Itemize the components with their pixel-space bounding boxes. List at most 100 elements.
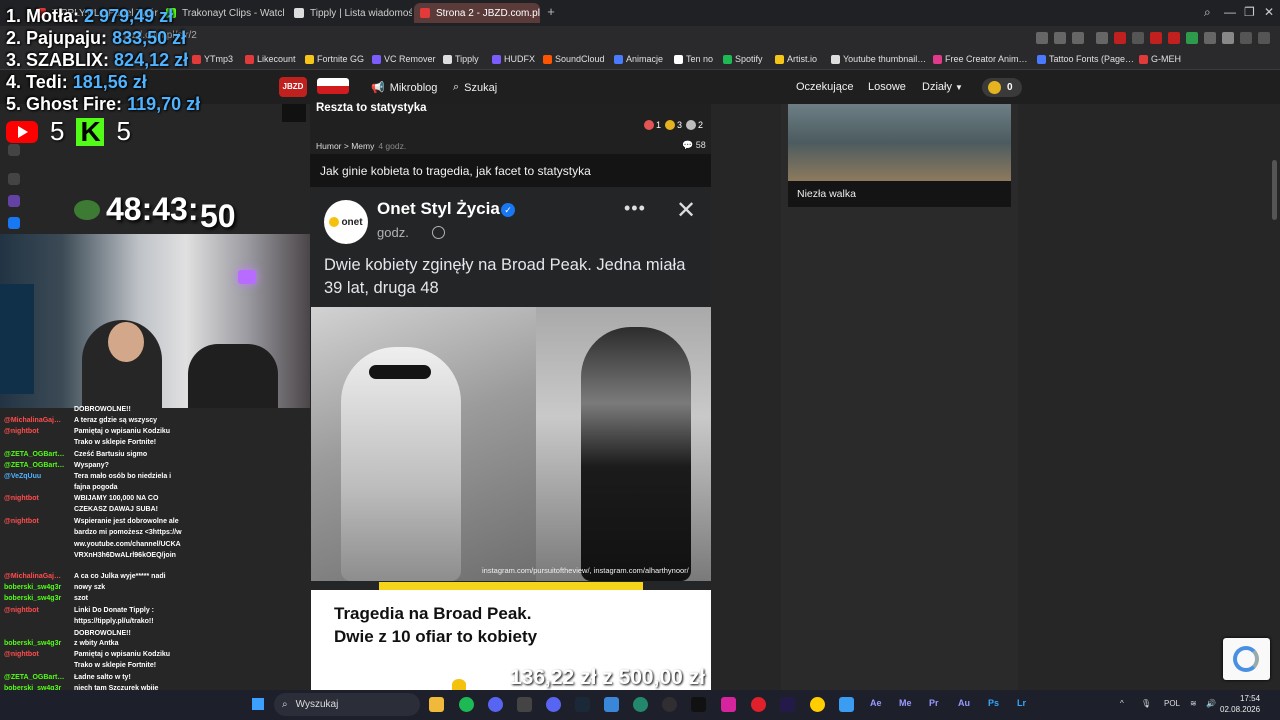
menu-icon[interactable] <box>1258 32 1270 44</box>
store-icon[interactable] <box>604 697 619 712</box>
bookmark-item[interactable]: Likecount <box>245 54 296 64</box>
extension-icon[interactable] <box>1096 32 1108 44</box>
photos-icon[interactable] <box>839 697 854 712</box>
extension-icon[interactable] <box>1054 32 1066 44</box>
post-title[interactable]: Reszta to statystyka <box>316 102 427 114</box>
opera-icon[interactable] <box>751 697 766 712</box>
post-thumbnail[interactable] <box>282 104 306 122</box>
chat-message: @MichalinaGaj… A teraz gdzie są wszyscy <box>4 417 158 424</box>
mail-icon[interactable] <box>8 144 20 156</box>
bookmark-icon <box>543 54 552 64</box>
nav-mikroblog[interactable]: 📢 Mikroblog <box>371 81 437 95</box>
hudfx-icon[interactable] <box>780 697 795 712</box>
breadcrumb-category[interactable]: Humor <box>316 141 342 151</box>
photoshop-icon[interactable]: Ps <box>988 698 999 708</box>
browser-tab[interactable]: Tipply | Lista wiadomości <box>288 3 412 23</box>
minimize-button[interactable]: — <box>1224 5 1236 19</box>
streamer-head <box>108 322 144 362</box>
bookmark-icon <box>1139 54 1148 64</box>
download-icon[interactable] <box>1240 32 1252 44</box>
audition-icon[interactable]: Au <box>958 698 970 708</box>
nav-losowe[interactable]: Losowe <box>868 81 906 93</box>
onet-logo-icon <box>452 679 466 690</box>
bookmark-item[interactable]: Youtube thumbnail… <box>831 54 926 64</box>
extension-icon[interactable] <box>1132 32 1144 44</box>
extensions-puzzle-icon[interactable] <box>1204 32 1216 44</box>
site-logo[interactable]: JBZD <box>279 77 307 97</box>
bookmark-item[interactable]: Tattoo Fonts (Page… <box>1037 54 1134 64</box>
coins-counter[interactable]: 0 <box>982 78 1022 97</box>
instagram-icon[interactable] <box>721 697 736 712</box>
scrollbar[interactable] <box>1272 160 1277 220</box>
bookmark-item[interactable]: Artist.io <box>775 54 817 64</box>
chat-message: @nightbot WBIJAMY 100,000 NA CO CZEKASZ D… <box>4 495 159 514</box>
bookmark-item[interactable]: YTmp3 <box>192 54 233 64</box>
wifi-icon[interactable]: ≋ <box>1190 699 1197 708</box>
bookmark-item[interactable]: G-MEH <box>1139 54 1181 64</box>
file-explorer-icon[interactable] <box>429 697 444 712</box>
heart-icon[interactable] <box>1072 32 1084 44</box>
extension-icon[interactable] <box>1036 32 1048 44</box>
extension-icon[interactable] <box>1114 32 1126 44</box>
post-reactions[interactable]: 1 3 2 <box>640 120 703 130</box>
obs-icon[interactable] <box>662 697 677 712</box>
after-effects-icon[interactable]: Ae <box>870 698 882 708</box>
avatar[interactable] <box>1222 32 1234 44</box>
bookmark-item[interactable]: HUDFX <box>492 54 535 64</box>
bookmark-item[interactable]: Spotify <box>723 54 763 64</box>
volume-icon[interactable]: 🔊 <box>1206 699 1216 708</box>
nav-dzialy[interactable]: Działy ▼ <box>922 81 963 93</box>
bookmark-item[interactable]: Tipply <box>443 54 479 64</box>
search-tabs-icon[interactable]: ⌕ <box>1204 5 1211 20</box>
avatar: onet <box>324 200 368 244</box>
close-window-button[interactable]: ✕ <box>1264 5 1274 19</box>
leaderboard-row: 5. Ghost Fire: 119,70 zł <box>6 94 201 114</box>
bookmark-item[interactable]: Fortnite GG <box>305 54 364 64</box>
extension-icon[interactable] <box>1168 32 1180 44</box>
youtube-icon <box>6 120 38 143</box>
tiktok-icon[interactable] <box>691 697 706 712</box>
windows-start-icon[interactable] <box>251 697 265 711</box>
media-encoder-icon[interactable]: Me <box>899 698 912 708</box>
browser-tab-active[interactable]: Strona 2 - JBZD.com.pl✕ <box>414 3 540 23</box>
language-indicator[interactable]: POL <box>1164 699 1180 708</box>
comment-icon: 💬 <box>682 140 694 150</box>
taskbar-clock[interactable]: 17:54 02.08.2026 <box>1220 693 1260 715</box>
chat-message: @ZETA_OGBart… Wyspany? <box>4 462 109 469</box>
microphone-icon[interactable]: 🎙 <box>1141 699 1151 708</box>
extension-icon[interactable] <box>1150 32 1162 44</box>
bookmark-item[interactable]: Animacje <box>614 54 663 64</box>
xbox-icon[interactable] <box>633 697 648 712</box>
megaphone-icon: 📢 <box>371 82 385 94</box>
discord-icon[interactable] <box>546 697 561 712</box>
new-tab-button[interactable]: + <box>544 5 558 19</box>
bookmark-item[interactable]: SoundCloud <box>543 54 605 64</box>
steam-icon[interactable] <box>575 697 590 712</box>
comments-count[interactable]: 💬 58 <box>682 140 706 151</box>
chrome-icon[interactable] <box>810 697 825 712</box>
bookmark-item[interactable]: Ten no <box>674 54 713 64</box>
sidebar-caption[interactable]: Niezła walka <box>797 188 856 200</box>
tab-favicon-icon <box>420 8 430 18</box>
app-icon[interactable] <box>517 697 532 712</box>
breadcrumb-subcategory[interactable]: Memy <box>351 141 374 151</box>
browser-tab[interactable]: Trakonayt Clips - Watch L… <box>160 3 284 23</box>
nav-oczekujace[interactable]: Oczekujące <box>796 81 853 93</box>
taskbar-search[interactable]: ⌕ Wyszukaj <box>274 693 420 716</box>
extension-icon[interactable] <box>1186 32 1198 44</box>
spotify-icon[interactable] <box>459 697 474 712</box>
lightroom-icon[interactable]: Lr <box>1017 698 1026 708</box>
chevron-up-icon[interactable]: ^ <box>1120 699 1124 708</box>
post-title[interactable]: Jak ginie kobieta to tragedia, jak facet… <box>320 164 591 178</box>
discord-icon[interactable] <box>488 697 503 712</box>
recaptcha-icon <box>1233 646 1259 672</box>
openai-icon[interactable] <box>8 173 20 185</box>
messenger-icon[interactable] <box>8 217 20 229</box>
twitch-icon[interactable] <box>8 195 20 207</box>
sidebar-thumbnail[interactable] <box>788 104 1011 181</box>
bookmark-item[interactable]: VC Remover <box>372 54 436 64</box>
nav-szukaj[interactable]: ⌕ Szukaj <box>453 81 497 94</box>
maximize-button[interactable]: ❐ <box>1244 5 1255 19</box>
premiere-icon[interactable]: Pr <box>929 698 939 708</box>
bookmark-item[interactable]: Free Creator Anim… <box>933 54 1028 64</box>
